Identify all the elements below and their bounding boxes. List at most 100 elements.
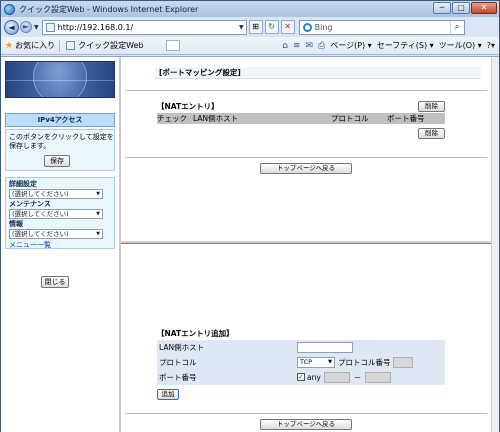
any-label: any [307,372,321,382]
favorites-bar: ★ お気に入り クイック設定Web ⌂ ≋ ✉ ⎙ ページ(P) ▾ セーフティ… [1,37,499,55]
address-bar: ◄ ► ▼ http://192.168.0.1/ ▼ ⊞ ↻ ✕ Bing ⌕ [1,17,499,37]
globe-banner-image [5,61,115,98]
maintenance-value: (選択してください) [12,210,69,218]
help-menu[interactable]: ?▾ [487,41,495,50]
new-tab-button[interactable] [165,40,180,51]
menu-panel: 詳細設定 (選択してください) ▼ メンテナンス (選択してください) ▼ 情報 (… [5,177,115,249]
save-button[interactable]: 保存 [44,155,70,167]
back-to-top-button-2[interactable]: トップページへ戻る [260,419,352,430]
lan-host-input[interactable] [297,341,353,353]
info-group: 情報 (選択してください) ▼ [9,220,103,239]
protocol-select[interactable]: TCP ▼ [297,356,335,368]
nat-add-table: LAN側ホスト プロトコル TCP ▼ プロトコル番号 ポート番号 ✓ any … [157,339,445,385]
delete-button-top[interactable]: 削除 [418,101,445,112]
divider [125,90,487,91]
divider [125,413,487,414]
feeds-icon[interactable]: ≋ [293,41,301,51]
nat-entry-heading: 【NATエントリ】 [157,102,219,111]
protocol-row: プロトコル TCP ▼ プロトコル番号 [157,354,445,370]
info-select[interactable]: (選択してください) ▼ [9,229,103,239]
col-lan-host: LAN側ホスト [193,114,239,123]
browser-window: クイック設定Web - Windows Internet Explorer ─ … [0,0,500,432]
advanced-settings-group: 詳細設定 (選択してください) ▼ [9,180,103,199]
add-button[interactable]: 追加 [157,389,179,400]
page-title: [ポートマッピング設定] [155,67,481,79]
divider [125,157,487,158]
port-label: ポート番号 [157,369,297,385]
advanced-settings-label: 詳細設定 [9,180,37,188]
maintenance-label: メンテナンス [9,200,51,208]
close-button[interactable]: 閉じる [41,276,69,288]
info-value: (選択してください) [12,230,69,238]
forward-button[interactable]: ► [20,21,32,33]
back-button[interactable]: ◄ [4,19,19,35]
maintenance-select[interactable]: (選択してください) ▼ [9,209,103,219]
lan-host-label: LAN側ホスト [157,339,297,355]
protocol-number-input[interactable] [392,356,413,368]
bing-icon [302,22,312,32]
command-bar: ⌂ ≋ ✉ ⎙ ページ(P) ▾ セーフティ(S) ▾ ツール(O) ▾ ?▾ [282,40,495,51]
vertical-scrollbar[interactable] [491,57,499,432]
favorites-star-icon[interactable]: ★ [5,41,13,51]
protocol-label: プロトコル [157,354,297,370]
separator [59,39,61,52]
nat-add-heading: 【NATエントリ追加】 [157,329,234,338]
url-dropdown-icon[interactable]: ▼ [239,24,244,31]
col-protocol: プロトコル [331,114,369,123]
home-icon[interactable]: ⌂ [282,41,288,51]
tools-menu[interactable]: ツール(O) ▾ [439,40,482,51]
advanced-settings-select[interactable]: (選択してください) ▼ [9,189,103,199]
title-bar: クイック設定Web - Windows Internet Explorer ─ … [1,1,499,17]
port-end-input[interactable] [365,371,392,383]
nat-add-frame: 【NATエントリ追加】 LAN側ホスト プロトコル TCP ▼ プロトコル番号 [121,244,491,432]
menu-list-link[interactable]: メニュー一覧 [9,240,51,250]
save-panel: このボタンをクリックして設定を保存します。 保存 [5,129,115,171]
sidebar: IPv4アクセス このボタンをクリックして設定を保存します。 保存 詳細設定 (… [1,57,119,432]
back-to-top-button[interactable]: トップページへ戻る [260,163,352,174]
any-checkbox[interactable]: ✓ [297,373,305,381]
refresh-button[interactable]: ↻ [264,20,279,34]
info-label: 情報 [9,220,23,228]
chevron-down-icon: ▼ [96,211,100,217]
ipv4-access-button[interactable]: IPv4アクセス [5,113,115,127]
minimize-button[interactable]: ─ [433,2,451,14]
stop-button[interactable]: ✕ [280,20,295,34]
range-separator: － [353,372,362,382]
search-placeholder: Bing [314,22,333,32]
port-mapping-frame: [ポートマッピング設定] 【NATエントリ】 削除 チェック LAN側ホスト プ… [121,57,491,240]
delete-button-bottom[interactable]: 削除 [418,128,445,139]
chevron-down-icon: ▼ [328,358,332,365]
chevron-down-icon: ▼ [96,191,100,197]
nat-table-header: チェック LAN側ホスト プロトコル ポート番号 [157,113,445,124]
recent-pages-dropdown-icon[interactable]: ▼ [34,24,39,31]
compatibility-view-icon[interactable]: ⊞ [248,20,263,34]
page-menu[interactable]: ページ(P) ▾ [330,40,371,51]
maintenance-group: メンテナンス (選択してください) ▼ [9,200,103,219]
print-icon[interactable]: ⎙ [318,41,325,51]
favorites-button[interactable]: お気に入り [15,40,55,51]
port-row: ポート番号 ✓ any － [157,369,445,385]
chevron-down-icon: ▼ [96,231,100,237]
mail-icon[interactable]: ✉ [305,41,313,51]
window-controls: ─ □ ✕ [433,2,497,14]
advanced-settings-value: (選択してください) [12,190,69,198]
maximize-button[interactable]: □ [452,2,470,14]
col-check: チェック [157,114,187,123]
protocol-value: TCP [300,357,313,366]
port-start-input[interactable] [323,371,350,383]
url-text: http://192.168.0.1/ [57,22,134,32]
search-field[interactable]: Bing ⌕ [298,19,465,35]
protocol-number-label: プロトコル番号 [338,357,391,367]
page-content: IPv4アクセス このボタンをクリックして設定を保存します。 保存 詳細設定 (… [1,56,499,432]
main-area: [ポートマッピング設定] 【NATエントリ】 削除 チェック LAN側ホスト プ… [121,57,499,432]
close-window-button[interactable]: ✕ [471,2,497,14]
window-title: クイック設定Web - Windows Internet Explorer [19,4,199,14]
page-icon [45,22,55,32]
url-field[interactable]: http://192.168.0.1/ ▼ [41,19,247,35]
lan-host-row: LAN側ホスト [157,339,445,355]
safety-menu[interactable]: セーフティ(S) ▾ [377,40,434,51]
tab-current[interactable]: クイック設定Web [78,40,143,51]
search-icon[interactable]: ⌕ [449,20,464,34]
ie-logo-icon [4,3,15,15]
tab-page-icon [66,41,76,50]
